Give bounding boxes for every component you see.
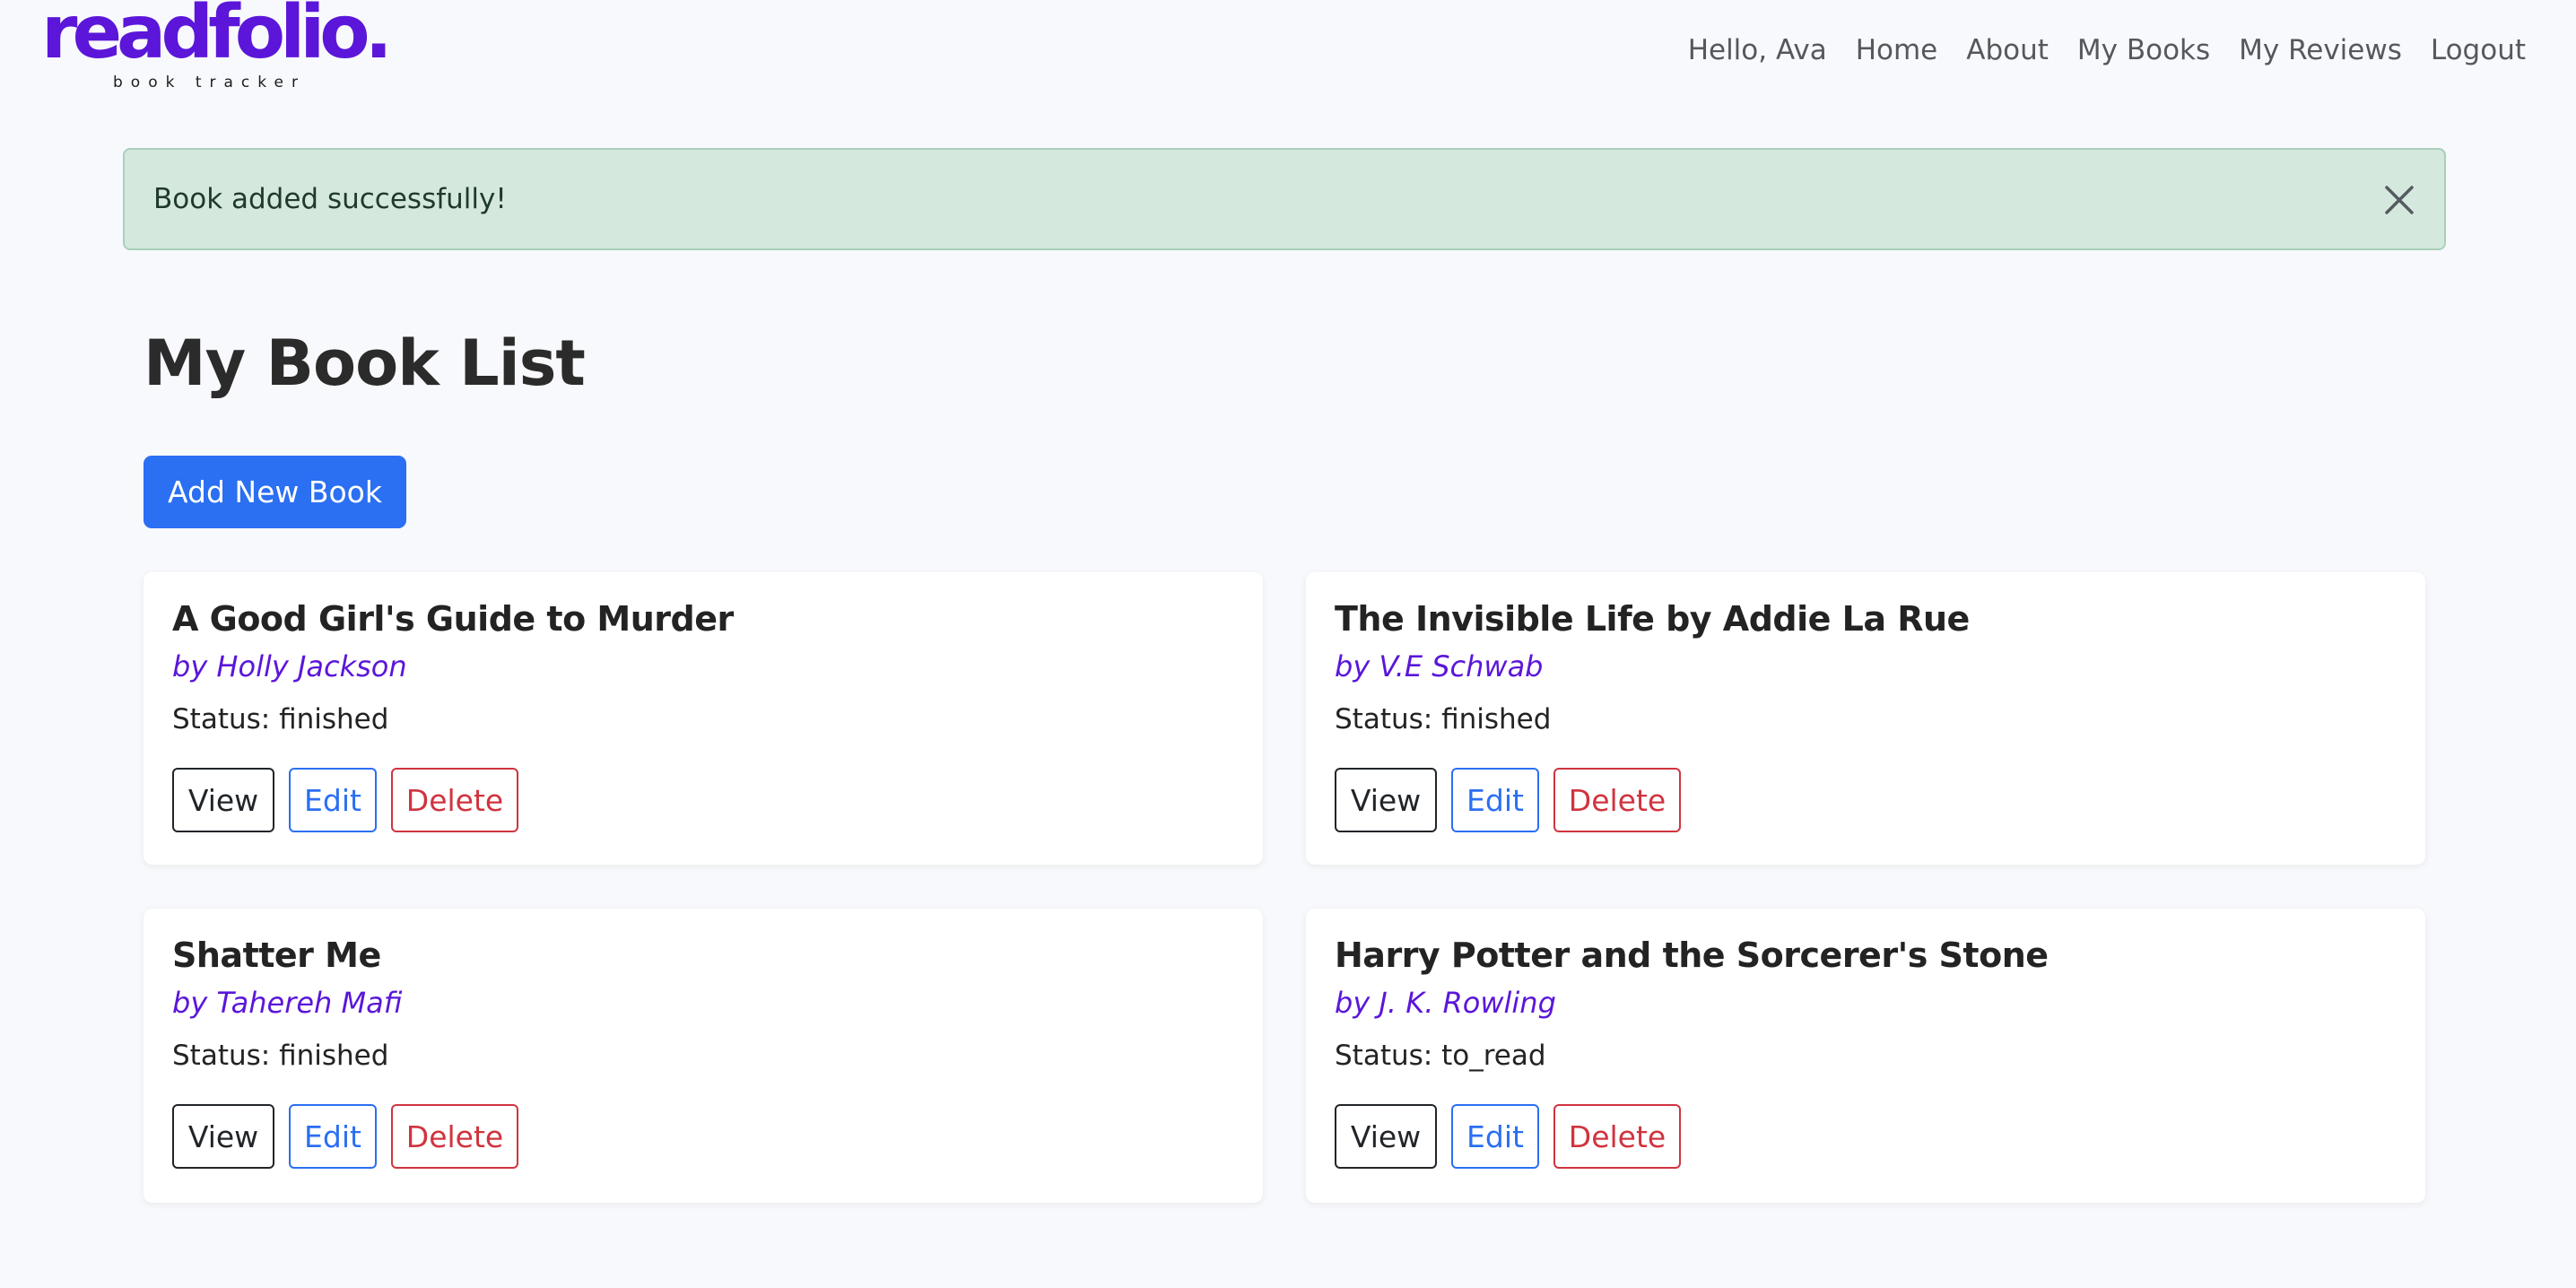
card-actions: View Edit Delete (1335, 768, 1681, 832)
book-author: by J. K. Rowling (1335, 986, 1556, 1020)
book-status: Status: finished (172, 703, 389, 735)
card-actions: View Edit Delete (1335, 1104, 1681, 1169)
success-alert: Book added successfully! (123, 148, 2446, 250)
view-button[interactable]: View (1335, 1104, 1437, 1169)
book-status: Status: finished (172, 1040, 389, 1072)
book-card: A Good Girl's Guide to Murder by Holly J… (144, 572, 1263, 865)
nav-links: Hello, Ava Home About My Books My Review… (1688, 30, 2526, 70)
view-button[interactable]: View (172, 1104, 274, 1169)
book-title: The Invisible Life by Addie La Rue (1335, 599, 1970, 639)
book-author: by Tahereh Mafi (172, 986, 403, 1020)
page-title: My Book List (144, 326, 586, 400)
nav-link-about[interactable]: About (1966, 30, 2049, 70)
book-status: Status: to_read (1335, 1040, 1546, 1072)
nav-link-logout[interactable]: Logout (2431, 30, 2526, 70)
book-author: by Holly Jackson (172, 649, 407, 683)
brand-tagline: book tracker (113, 74, 306, 91)
book-author: by V.E Schwab (1335, 649, 1544, 683)
book-status: Status: finished (1335, 703, 1552, 735)
nav-greeting[interactable]: Hello, Ava (1688, 30, 1827, 70)
book-card: Shatter Me by Tahereh Mafi Status: finis… (144, 909, 1263, 1203)
card-actions: View Edit Delete (172, 1104, 518, 1169)
alert-message: Book added successfully! (153, 183, 507, 215)
book-title: Harry Potter and the Sorcerer's Stone (1335, 936, 2049, 975)
delete-button[interactable]: Delete (1553, 768, 1681, 832)
card-actions: View Edit Delete (172, 768, 518, 832)
delete-button[interactable]: Delete (1553, 1104, 1681, 1169)
add-new-book-button[interactable]: Add New Book (144, 456, 406, 528)
close-icon[interactable] (2381, 182, 2417, 218)
edit-button[interactable]: Edit (289, 1104, 377, 1169)
edit-button[interactable]: Edit (289, 768, 377, 832)
delete-button[interactable]: Delete (391, 768, 518, 832)
brand-logo[interactable]: readfolio. book tracker (41, 0, 393, 95)
nav-link-my-reviews[interactable]: My Reviews (2239, 30, 2402, 70)
brand-name: readfolio. (41, 0, 393, 75)
delete-button[interactable]: Delete (391, 1104, 518, 1169)
nav-link-my-books[interactable]: My Books (2077, 30, 2210, 70)
view-button[interactable]: View (172, 768, 274, 832)
edit-button[interactable]: Edit (1451, 1104, 1539, 1169)
edit-button[interactable]: Edit (1451, 768, 1539, 832)
book-title: Shatter Me (172, 936, 381, 975)
book-title: A Good Girl's Guide to Murder (172, 599, 734, 639)
nav-link-home[interactable]: Home (1856, 30, 1938, 70)
view-button[interactable]: View (1335, 768, 1437, 832)
book-card: The Invisible Life by Addie La Rue by V.… (1306, 572, 2425, 865)
book-card: Harry Potter and the Sorcerer's Stone by… (1306, 909, 2425, 1203)
navbar: readfolio. book tracker Hello, Ava Home … (0, 0, 2576, 100)
